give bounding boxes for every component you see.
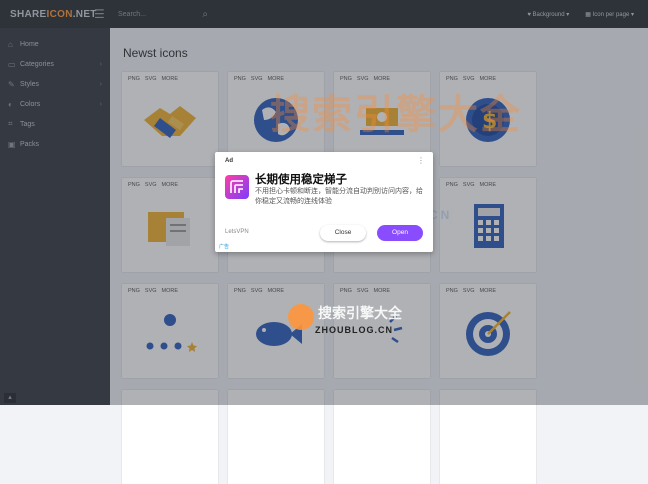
ad-brand: LetsVPN: [225, 229, 249, 235]
watermark-url-small: ZHOUBLOG.CN: [315, 325, 393, 335]
ad-label: Ad: [225, 158, 233, 164]
app-logo-icon: [225, 175, 249, 199]
open-button[interactable]: Open: [377, 225, 423, 241]
watermark-text: 搜索引擎大全: [270, 93, 522, 137]
ad-popup: Ad ⋮ 长期使用稳定梯子 不用担心卡顿和断连，智能分流自动判别访问内容，给你稳…: [215, 152, 433, 252]
watermark-logo-icon: [288, 304, 314, 330]
ad-title: 长期使用稳定梯子: [255, 174, 347, 186]
close-button[interactable]: Close: [320, 225, 366, 241]
ad-description: 不用担心卡顿和断连，智能分流自动判别访问内容，给你稳定又流畅的连线体验: [255, 188, 423, 205]
more-options-icon[interactable]: ⋮: [417, 156, 425, 165]
watermark-text-small: 搜索引擎大全: [318, 305, 402, 321]
ad-corner-label: 广告: [219, 244, 230, 250]
